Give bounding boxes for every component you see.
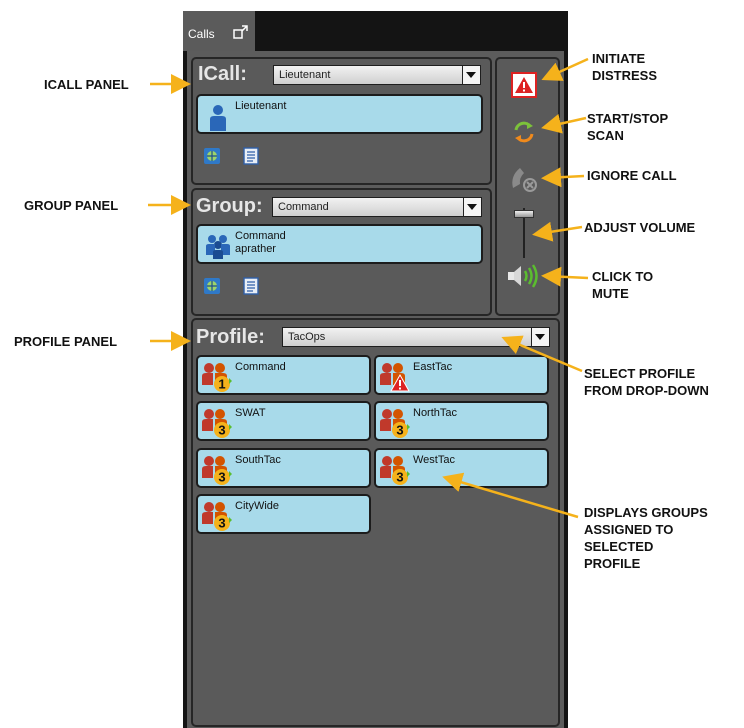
arrow-volume: [532, 221, 583, 242]
arrow-ignore: [541, 167, 585, 188]
callout-arrows: [148, 57, 589, 519]
arrow-mute: [541, 266, 589, 287]
arrow-select-profile: [501, 335, 583, 373]
arrow-scan: [541, 113, 587, 134]
arrow-distress: [541, 57, 589, 81]
arrow-displays: [442, 472, 579, 519]
